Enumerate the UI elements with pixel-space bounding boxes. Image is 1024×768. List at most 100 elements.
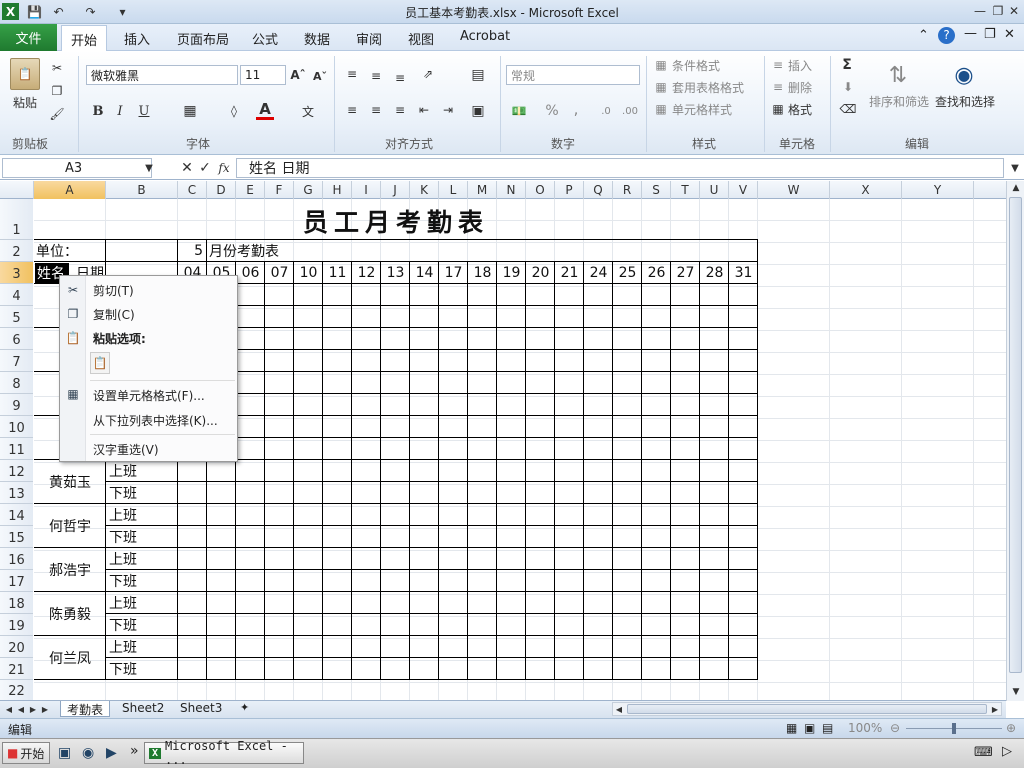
row-header-5[interactable]: 5 xyxy=(0,306,33,328)
next-sheet-icon[interactable]: ▶ xyxy=(28,702,38,716)
column-header-x[interactable]: X xyxy=(830,181,902,199)
row-header-10[interactable]: 10 xyxy=(0,416,33,438)
column-header-t[interactable]: T xyxy=(671,181,700,199)
day-header-cell[interactable]: 27 xyxy=(671,262,700,284)
paste-icon[interactable]: 📋 xyxy=(10,58,40,90)
paste-option-icon[interactable]: 📋 xyxy=(90,352,110,374)
name-box-dropdown-icon[interactable]: ▼ xyxy=(144,160,154,176)
zoom-out-icon[interactable]: ⊖ xyxy=(890,721,900,735)
phonetic-icon[interactable]: 文 xyxy=(298,102,318,120)
tray-icon[interactable]: ▷ xyxy=(1002,744,1012,759)
scroll-thumb[interactable] xyxy=(1009,197,1022,673)
day-header-cell[interactable]: 11 xyxy=(323,262,352,284)
column-header-l[interactable]: L xyxy=(439,181,468,199)
scroll-down-icon[interactable]: ▼ xyxy=(1008,685,1024,699)
tab-page-layout[interactable]: 页面布局 xyxy=(177,29,229,48)
tab-formulas[interactable]: 公式 xyxy=(252,29,278,48)
row-header-16[interactable]: 16 xyxy=(0,548,33,570)
scroll-up-icon[interactable]: ▲ xyxy=(1008,181,1024,195)
shrink-font-icon[interactable]: Aˇ xyxy=(312,69,328,83)
shift-out-label[interactable]: 下班 xyxy=(109,614,137,636)
unit-label[interactable]: 单位： xyxy=(36,240,78,262)
column-header-o[interactable]: O xyxy=(526,181,555,199)
autosum-button[interactable]: Σ xyxy=(838,56,856,74)
menu-item-copy[interactable]: 复制(C) xyxy=(93,306,135,323)
font-name-combo[interactable]: 微软雅黑 xyxy=(86,65,238,85)
doc-close-icon[interactable]: ✕ xyxy=(1004,27,1015,42)
tab-review[interactable]: 审阅 xyxy=(356,29,382,48)
align-center-icon[interactable]: ≡ xyxy=(368,102,384,118)
more-apps-icon[interactable]: » xyxy=(130,743,139,759)
copy-icon[interactable]: ❐ xyxy=(48,83,66,99)
align-bottom-icon[interactable]: ≡ xyxy=(392,70,408,86)
column-header-n[interactable]: N xyxy=(497,181,526,199)
vertical-scrollbar[interactable]: ▲ ▼ xyxy=(1006,181,1024,701)
keyboard-icon[interactable]: ⌨ xyxy=(974,745,993,760)
explorer-icon[interactable]: ▣ xyxy=(58,745,71,761)
column-header-g[interactable]: G xyxy=(294,181,323,199)
shift-in-label[interactable]: 上班 xyxy=(109,636,137,658)
scroll-left-icon[interactable]: ◀ xyxy=(613,703,625,715)
cut-icon[interactable]: ✂ xyxy=(48,60,66,76)
column-header-d[interactable]: D xyxy=(207,181,236,199)
clear-icon[interactable]: ⌫ xyxy=(840,101,857,117)
name-box[interactable]: A3 xyxy=(2,158,152,178)
row-header-17[interactable]: 17 xyxy=(0,570,33,592)
sheet-tab-sheet2[interactable]: Sheet2 xyxy=(116,701,170,717)
page-break-view-icon[interactable]: ▤ xyxy=(822,721,833,735)
wrap-text-icon[interactable]: ▤ xyxy=(468,66,488,84)
fill-color-icon[interactable]: ◊ xyxy=(224,102,244,120)
close-icon[interactable]: ✕ xyxy=(1004,2,1024,20)
row-header-1[interactable]: 1 xyxy=(0,199,33,240)
media-icon[interactable]: ▶ xyxy=(106,745,117,761)
font-size-combo[interactable]: 11 xyxy=(240,65,286,85)
align-middle-icon[interactable]: ≡ xyxy=(368,68,384,84)
shift-in-label[interactable]: 上班 xyxy=(109,592,137,614)
row-header-4[interactable]: 4 xyxy=(0,284,33,306)
day-header-cell[interactable]: 07 xyxy=(265,262,294,284)
decrease-decimal-icon[interactable]: .00 xyxy=(620,102,640,120)
h-scroll-thumb[interactable] xyxy=(627,704,987,714)
horizontal-scrollbar[interactable]: ◀ ▶ xyxy=(612,702,1002,716)
day-header-cell[interactable]: 18 xyxy=(468,262,497,284)
sheet-tab-attendance[interactable]: 考勤表 xyxy=(60,701,111,717)
format-as-table-button[interactable]: 套用表格格式 xyxy=(672,78,744,96)
day-header-cell[interactable]: 24 xyxy=(584,262,613,284)
page-layout-view-icon[interactable]: ▣ xyxy=(804,721,815,735)
format-as-table-icon[interactable]: ▦ xyxy=(652,78,670,96)
tab-data[interactable]: 数据 xyxy=(304,29,330,48)
fill-icon[interactable]: ⬇ xyxy=(840,79,856,95)
orientation-icon[interactable]: ⇗ xyxy=(418,66,438,82)
shift-out-label[interactable]: 下班 xyxy=(109,570,137,592)
row-header-11[interactable]: 11 xyxy=(0,438,33,460)
row-header-19[interactable]: 19 xyxy=(0,614,33,636)
row-header-9[interactable]: 9 xyxy=(0,394,33,416)
paste-button[interactable]: 粘贴 xyxy=(8,94,42,110)
zoom-slider-thumb[interactable] xyxy=(952,723,956,734)
column-header-q[interactable]: Q xyxy=(584,181,613,199)
number-format-combo[interactable]: 常规 xyxy=(506,65,640,85)
row-header-21[interactable]: 21 xyxy=(0,658,33,680)
normal-view-icon[interactable]: ▦ xyxy=(786,721,797,735)
minimize-icon[interactable]: — xyxy=(970,2,990,20)
tab-home[interactable]: 开始 xyxy=(61,25,107,52)
merge-center-icon[interactable]: ▣ xyxy=(468,102,488,120)
start-button[interactable]: ■ 开始 xyxy=(2,742,50,764)
row-header-13[interactable]: 13 xyxy=(0,482,33,504)
doc-restore-icon[interactable]: ❐ xyxy=(984,27,996,42)
day-header-cell[interactable]: 19 xyxy=(497,262,526,284)
sheet-title[interactable]: 员工月考勤表 xyxy=(34,200,758,241)
employee-name[interactable]: 郝浩宇 xyxy=(34,548,106,592)
find-select-button[interactable]: 查找和选择 xyxy=(934,93,996,109)
zoom-in-icon[interactable]: ⊕ xyxy=(1006,721,1016,735)
tab-acrobat[interactable]: Acrobat xyxy=(460,29,510,44)
column-header-a[interactable]: A xyxy=(34,181,106,199)
select-all-corner[interactable] xyxy=(0,181,34,199)
employee-name[interactable]: 陈勇毅 xyxy=(34,592,106,636)
zoom-level[interactable]: 100% xyxy=(848,721,882,735)
insert-cells-icon[interactable]: ≡ xyxy=(770,56,786,74)
format-cells-icon[interactable]: ▦ xyxy=(770,100,786,118)
sort-filter-icon[interactable]: ⇅ xyxy=(880,58,916,92)
row-header-15[interactable]: 15 xyxy=(0,526,33,548)
menu-item-pick-from-list[interactable]: 从下拉列表中选择(K)... xyxy=(93,412,218,429)
